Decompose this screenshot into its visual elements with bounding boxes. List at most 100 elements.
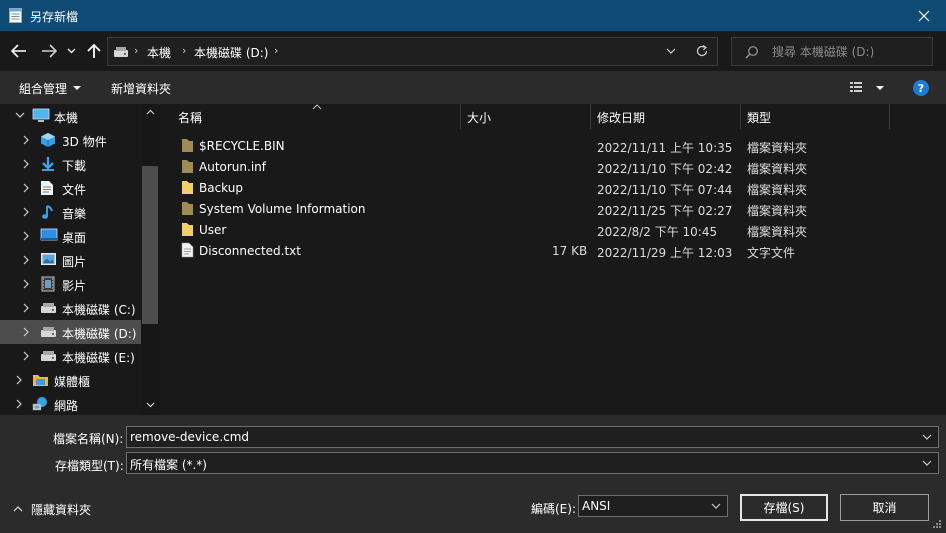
sidebar-item-drive-e[interactable]: 本機磁碟 (E:) [0,344,141,368]
column-divider[interactable] [889,104,890,129]
sidebar-item-network[interactable]: 網路 [0,392,141,416]
address-bar[interactable]: › 本機 › 本機磁碟 (D:) › [107,37,718,66]
sidebar-item-libraries[interactable]: 媒體櫃 [0,368,141,392]
chevron-right-icon [23,231,29,241]
file-name: Disconnected.txt [199,244,301,258]
sidebar-item-label: 下載 [62,159,87,173]
chevron-down-icon [67,48,75,54]
sidebar-item-desktop[interactable]: 桌面 [0,224,141,248]
file-type: 檔案資料夾 [747,183,808,197]
file-type: 文字文件 [747,246,796,260]
dialog-footer: 檔案名稱(N): remove-device.cmd 存檔類型(T): 所有檔案… [0,415,946,533]
library-icon [33,375,48,386]
pc-icon [32,108,50,122]
sidebar-item-drive-d[interactable]: 本機磁碟 (D:) [0,320,141,344]
file-row[interactable]: System Volume Information 2022/11/25 下午 … [160,198,946,219]
file-name: User [199,223,227,237]
file-type: 檔案資料夾 [747,225,808,239]
chevron-right-icon [23,303,29,313]
sidebar-scrollbar[interactable] [141,104,160,415]
file-name: System Volume Information [199,202,366,216]
scrollbar-thumb[interactable] [142,166,158,324]
column-header-size[interactable]: 大小 [461,104,590,129]
folder-icon [182,181,193,194]
hide-folders-toggle[interactable]: 隱藏資料夾 [13,502,91,517]
chevron-down-icon [922,460,932,466]
breadcrumb-separator: › [182,44,187,57]
arrow-up-icon [87,43,101,58]
file-row[interactable]: $RECYCLE.BIN 2022/11/11 上午 10:35 檔案資料夾 [160,135,946,156]
chevron-right-icon [23,135,29,145]
file-type: 檔案資料夾 [747,204,808,218]
sidebar-item-drive-c[interactable]: 本機磁碟 (C:) [0,296,141,320]
back-button[interactable] [8,40,30,62]
cancel-button[interactable]: 取消 [840,494,929,521]
forward-button[interactable] [38,40,60,62]
sidebar-item-label: 圖片 [62,255,87,269]
search-input[interactable] [772,43,928,61]
chevron-down-icon[interactable] [146,402,155,408]
drive-icon [114,47,128,57]
arrow-left-icon [11,44,26,58]
file-row[interactable]: Backup 2022/11/10 下午 07:44 檔案資料夾 [160,177,946,198]
resize-grip-icon[interactable] [932,519,942,529]
sidebar-item-downloads[interactable]: 下載 [0,152,141,176]
title-bar: 另存新檔 [0,0,946,31]
sidebar-item-music[interactable]: 音樂 [0,200,141,224]
folder-icon [182,160,193,173]
file-modified: 2022/11/10 下午 07:44 [597,183,733,197]
file-name: Backup [199,181,243,195]
chevron-up-icon[interactable] [146,109,155,115]
drive-icon [41,351,56,361]
chevron-right-icon [16,375,22,385]
filename-field[interactable]: remove-device.cmd [126,426,939,448]
sidebar-item-3d-objects[interactable]: 3D 物件 [0,128,141,152]
breadcrumb-item[interactable]: 本機 [147,44,171,61]
filename-value[interactable]: remove-device.cmd [130,430,249,444]
new-folder-button[interactable]: 新增資料夾 [111,80,171,97]
sidebar-item-documents[interactable]: 文件 [0,176,141,200]
breadcrumb-item[interactable]: 本機磁碟 (D:) [194,44,268,61]
recent-locations-button[interactable] [62,40,80,62]
notepad-icon [9,8,22,23]
sidebar-item-label: 本機磁碟 (E:) [62,351,135,365]
help-button[interactable]: ? [913,80,929,96]
sidebar-item-label: 本機磁碟 (D:) [62,327,137,341]
sidebar-item-label: 本機 [54,111,79,125]
search-box[interactable] [731,37,933,66]
refresh-icon[interactable] [695,44,709,58]
chevron-right-icon [23,327,29,337]
encoding-select[interactable]: ANSI [578,495,728,517]
sidebar-item-label: 影片 [62,279,87,293]
column-header-type[interactable]: 類型 [741,104,889,129]
chevron-right-icon [16,399,22,409]
chevron-down-icon [73,86,81,90]
filetype-select[interactable]: 所有檔案 (*.*) [126,452,939,474]
chevron-down-icon[interactable] [665,45,677,57]
change-view-button[interactable] [849,81,887,98]
chevron-right-icon [23,183,29,193]
drive-icon [41,327,56,337]
close-icon [918,10,930,21]
chevron-down-icon[interactable] [922,434,932,440]
file-row[interactable]: User 2022/8/2 下午 10:45 檔案資料夾 [160,219,946,240]
up-button[interactable] [83,40,105,62]
close-button[interactable] [902,0,946,31]
file-modified: 2022/11/10 下午 02:42 [597,162,733,176]
file-row[interactable]: Autorun.inf 2022/11/10 下午 02:42 檔案資料夾 [160,156,946,177]
file-row[interactable]: Disconnected.txt 17 KB 2022/11/29 上午 12:… [160,240,946,261]
sidebar-item-label: 文件 [62,183,87,197]
details-view-icon [850,82,884,92]
sidebar-item-this-pc[interactable]: 本機 [0,104,141,128]
sidebar-item-label: 音樂 [62,207,87,221]
column-header-modified[interactable]: 修改日期 [591,104,740,129]
sidebar-item-label: 媒體櫃 [54,375,91,389]
breadcrumb-separator: › [274,44,279,57]
save-button[interactable]: 存檔(S) [740,494,828,521]
sidebar-item-videos[interactable]: 影片 [0,272,141,296]
music-icon [42,205,53,219]
sidebar-item-pictures[interactable]: 圖片 [0,248,141,272]
chevron-up-icon [13,506,23,512]
sidebar-item-label: 網路 [54,399,79,413]
organize-menu-button[interactable]: 組合管理 [19,80,67,97]
